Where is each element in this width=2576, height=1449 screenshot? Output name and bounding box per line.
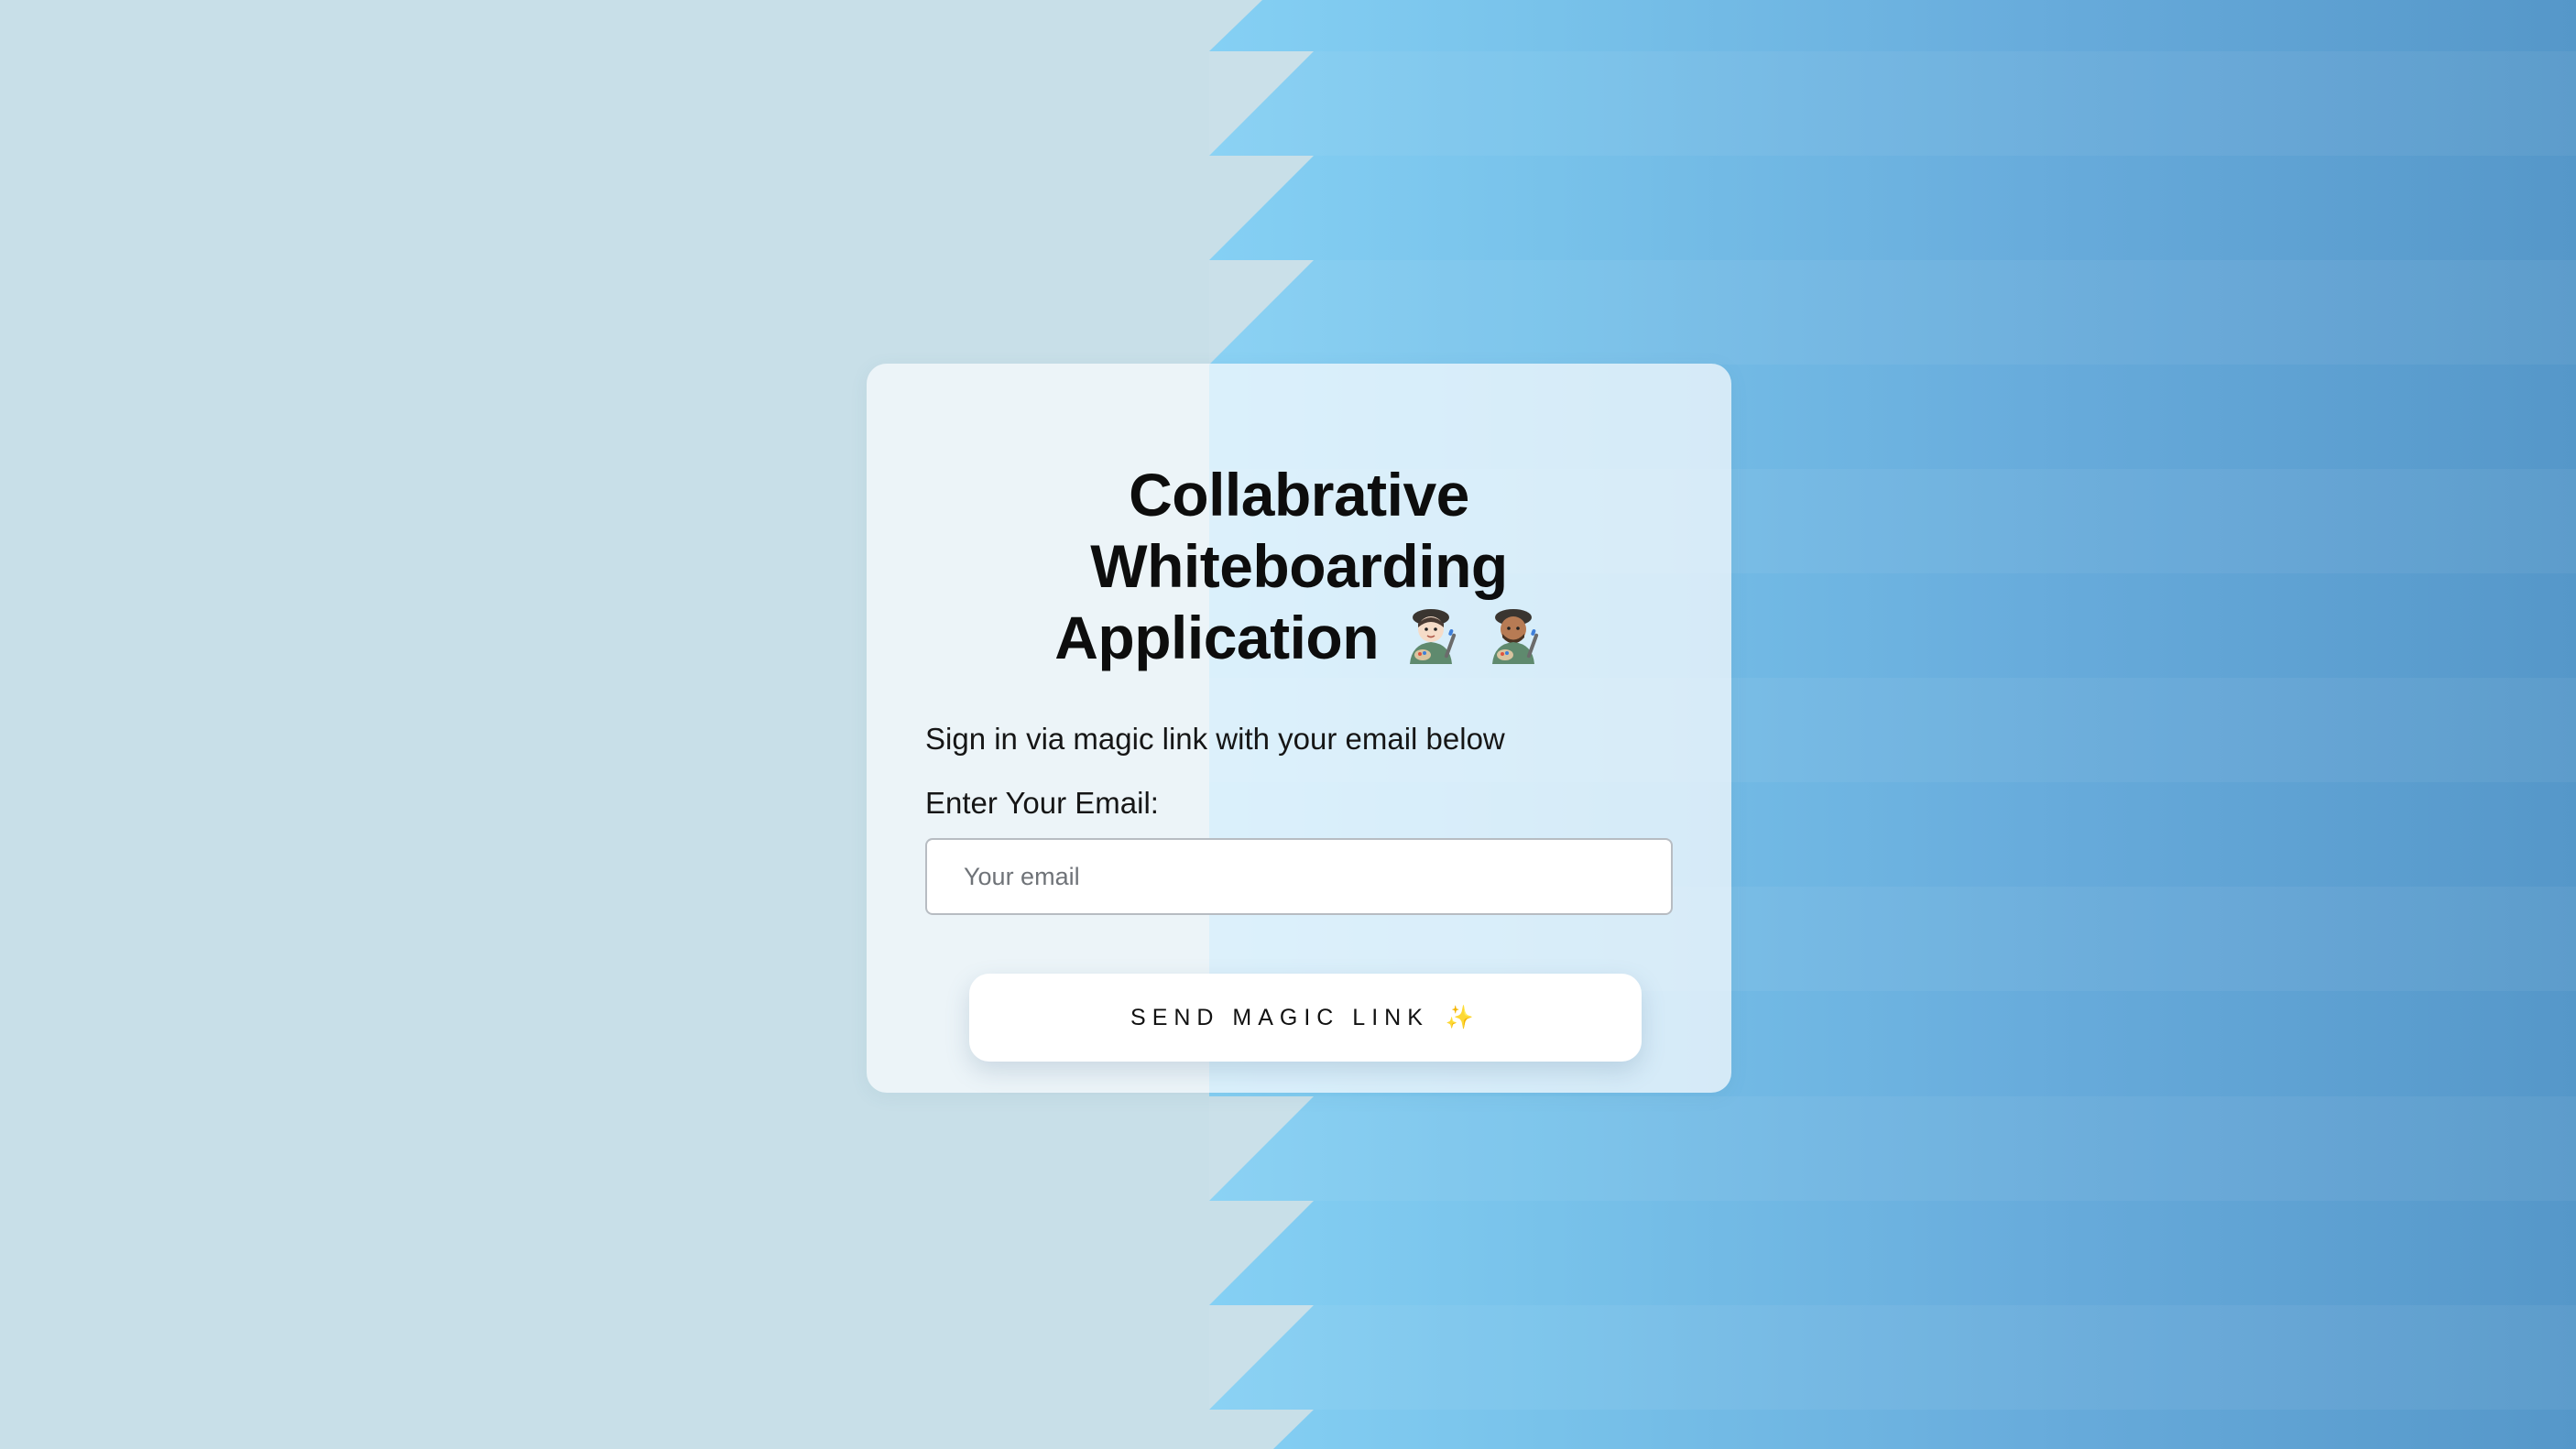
man-artist-icon	[1491, 609, 1538, 664]
title-line-1: Collabrative Whiteboarding	[1090, 461, 1508, 600]
woman-artist-icon	[1409, 609, 1457, 664]
email-label: Enter Your Email:	[925, 786, 1159, 820]
sparkles-icon: ✨	[1445, 1004, 1480, 1030]
signin-instructions: Sign in via magic link with your email b…	[925, 722, 1505, 756]
send-magic-link-button[interactable]: SEND MAGIC LINK ✨	[969, 974, 1642, 1062]
title-line-2: Application	[1054, 604, 1380, 671]
page-title: Collabrative Whiteboarding Application	[925, 459, 1673, 673]
email-field[interactable]	[925, 838, 1673, 915]
send-magic-link-label: SEND MAGIC LINK	[1130, 1004, 1429, 1030]
login-card: Collabrative Whiteboarding Application S…	[867, 364, 1731, 1093]
